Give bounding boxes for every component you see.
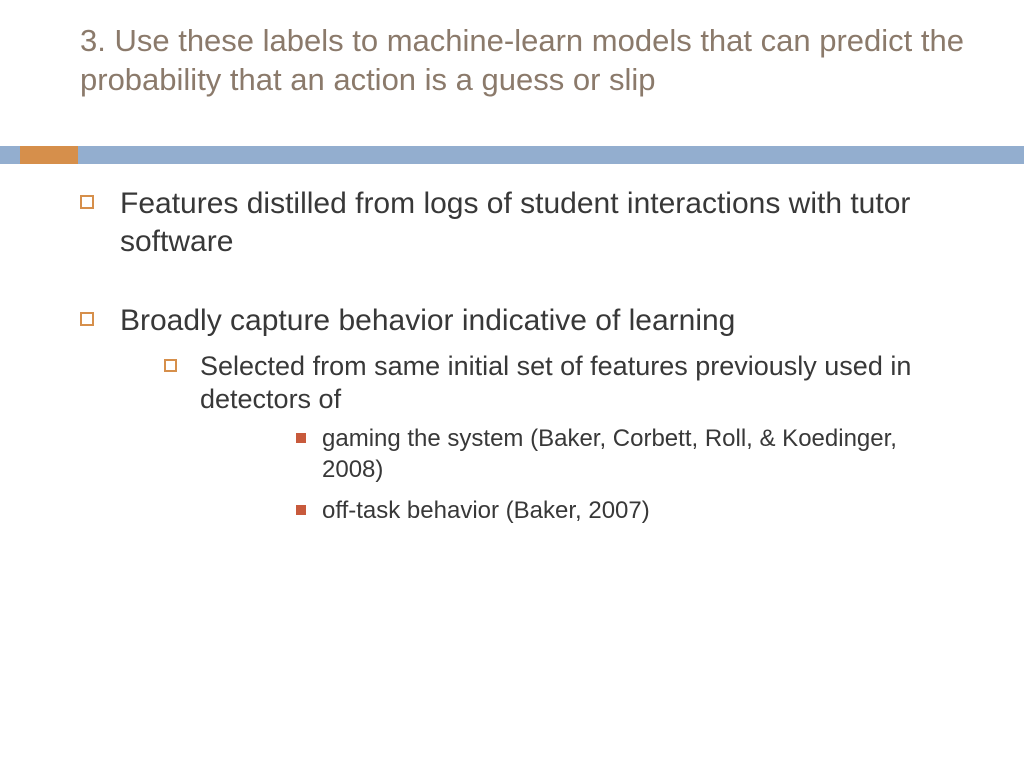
bullet-text: gaming the system (Baker, Corbett, Roll,… (322, 425, 897, 483)
bullet-level1: Features distilled from logs of student … (80, 185, 964, 260)
hollow-square-icon (164, 359, 177, 372)
bullet-text: Features distilled from logs of student … (120, 187, 910, 258)
sublist: Selected from same initial set of featur… (120, 350, 964, 527)
filled-square-icon (296, 505, 306, 515)
hollow-square-icon (80, 312, 94, 326)
sublist: gaming the system (Baker, Corbett, Roll,… (200, 423, 964, 527)
bullet-text: Broadly capture behavior indicative of l… (120, 304, 735, 337)
bullet-level2: Selected from same initial set of featur… (120, 350, 964, 527)
slide: 3. Use these labels to machine-learn mod… (0, 0, 1024, 768)
bullet-level3: gaming the system (Baker, Corbett, Roll,… (200, 423, 964, 485)
slide-title: 3. Use these labels to machine-learn mod… (80, 22, 964, 100)
slide-body: Features distilled from logs of student … (80, 185, 964, 569)
hollow-square-icon (80, 195, 94, 209)
bullet-level1: Broadly capture behavior indicative of l… (80, 302, 964, 527)
bullet-text: off-task behavior (Baker, 2007) (322, 497, 650, 524)
bullet-level3: off-task behavior (Baker, 2007) (200, 495, 964, 526)
bullet-text: Selected from same initial set of featur… (200, 351, 911, 415)
title-divider-accent (20, 146, 78, 164)
title-divider (0, 146, 1024, 164)
filled-square-icon (296, 433, 306, 443)
